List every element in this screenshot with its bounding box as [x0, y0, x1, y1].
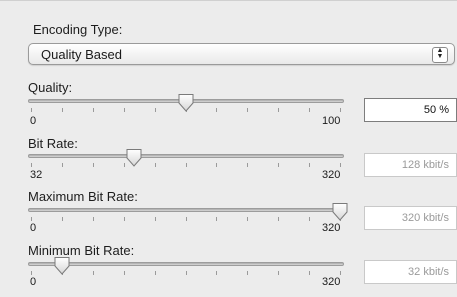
- quality-field[interactable]: 50 %: [364, 98, 457, 122]
- minimum-bit-rate-tick: [186, 271, 187, 275]
- minimum-bit-rate-tick: [247, 271, 248, 275]
- bit-rate-field[interactable]: 128 kbit/s: [364, 153, 457, 177]
- encoding-type-label: Encoding Type:: [33, 22, 123, 37]
- bit-rate-thumb[interactable]: [125, 148, 143, 168]
- minimum-bit-rate-min-label: 0: [30, 276, 37, 288]
- quality-tick: [124, 108, 125, 112]
- bit-rate-label: Bit Rate:: [28, 136, 78, 151]
- maximum-bit-rate-min-label: 0: [30, 222, 37, 234]
- bit-rate-tick: [216, 163, 217, 167]
- bit-rate-min-label: 32: [30, 169, 43, 181]
- quality-min-label: 0: [30, 115, 37, 127]
- quality-max-label: 100: [322, 115, 341, 127]
- bit-rate-tick: [93, 163, 94, 167]
- quality-tick: [340, 108, 341, 112]
- encoding-type-select[interactable]: Quality Based ▲ ▼: [28, 43, 455, 65]
- maximum-bit-rate-field[interactable]: 320 kbit/s: [364, 206, 457, 230]
- minimum-bit-rate-tick: [309, 271, 310, 275]
- encoding-type-value: Quality Based: [41, 47, 122, 62]
- minimum-bit-rate-tick: [124, 271, 125, 275]
- bit-rate-tick: [62, 163, 63, 167]
- maximum-bit-rate-tick: [186, 217, 187, 221]
- minimum-bit-rate-tick: [216, 271, 217, 275]
- maximum-bit-rate-tick: [31, 217, 32, 221]
- maximum-bit-rate-tick: [155, 217, 156, 221]
- maximum-bit-rate-thumb[interactable]: [331, 202, 349, 222]
- minimum-bit-rate-thumb[interactable]: [53, 256, 71, 276]
- maximum-bit-rate-tick: [62, 217, 63, 221]
- minimum-bit-rate-label: Minimum Bit Rate:: [28, 243, 135, 258]
- quality-tick: [31, 108, 32, 112]
- bit-rate-track[interactable]: [28, 154, 344, 158]
- maximum-bit-rate-tick: [124, 217, 125, 221]
- top-divider: [0, 0, 457, 1]
- quality-tick: [155, 108, 156, 112]
- bit-rate-tick: [309, 163, 310, 167]
- bit-rate-tick: [247, 163, 248, 167]
- minimum-bit-rate-field[interactable]: 32 kbit/s: [364, 260, 457, 284]
- maximum-bit-rate-max-label: 320: [322, 222, 341, 234]
- bit-rate-tick: [155, 163, 156, 167]
- bit-rate-tick: [186, 163, 187, 167]
- minimum-bit-rate-track[interactable]: [28, 262, 344, 266]
- maximum-bit-rate-tick: [247, 217, 248, 221]
- minimum-bit-rate-tick: [93, 271, 94, 275]
- minimum-bit-rate-tick: [340, 271, 341, 275]
- minimum-bit-rate-max-label: 320: [322, 276, 341, 288]
- quality-tick: [247, 108, 248, 112]
- quality-thumb[interactable]: [177, 93, 195, 113]
- bit-rate-tick: [31, 163, 32, 167]
- quality-tick: [216, 108, 217, 112]
- quality-tick: [62, 108, 63, 112]
- minimum-bit-rate-tick: [155, 271, 156, 275]
- select-arrows-icon: ▲ ▼: [432, 47, 448, 63]
- minimum-bit-rate-tick: [278, 271, 279, 275]
- maximum-bit-rate-tick: [216, 217, 217, 221]
- bit-rate-tick: [278, 163, 279, 167]
- quality-tick: [309, 108, 310, 112]
- minimum-bit-rate-tick: [31, 271, 32, 275]
- bit-rate-max-label: 320: [322, 169, 341, 181]
- maximum-bit-rate-label: Maximum Bit Rate:: [28, 189, 138, 204]
- maximum-bit-rate-tick: [93, 217, 94, 221]
- quality-tick: [278, 108, 279, 112]
- quality-tick: [93, 108, 94, 112]
- maximum-bit-rate-tick: [309, 217, 310, 221]
- bit-rate-tick: [340, 163, 341, 167]
- maximum-bit-rate-track[interactable]: [28, 208, 344, 212]
- maximum-bit-rate-tick: [278, 217, 279, 221]
- quality-label: Quality:: [28, 80, 73, 95]
